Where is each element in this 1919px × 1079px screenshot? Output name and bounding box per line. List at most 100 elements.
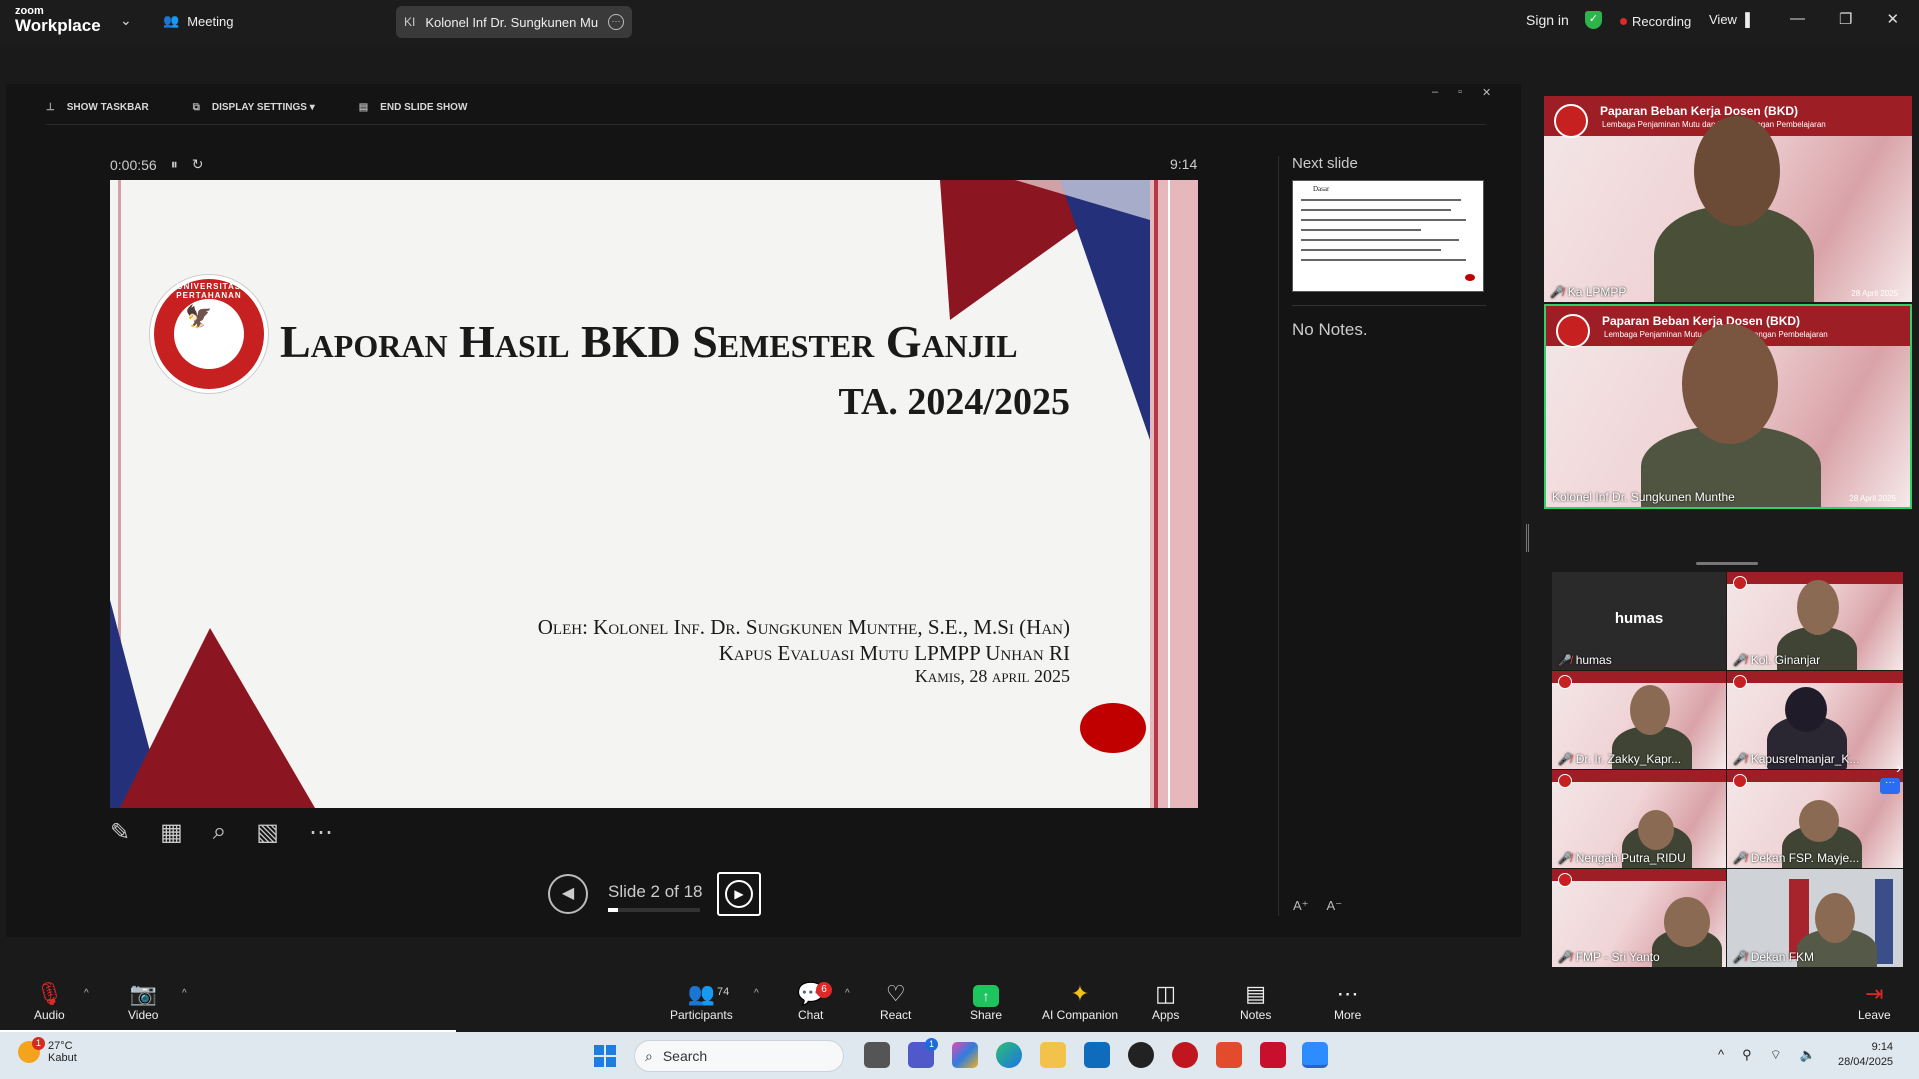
chevron-down-icon[interactable]: ⌄ [120, 12, 132, 29]
volume-icon[interactable]: 🔈 [1800, 1047, 1816, 1063]
react-button[interactable]: ♡ React [880, 980, 911, 1022]
chevron-up-icon[interactable]: ^ [1718, 1047, 1724, 1063]
tile-more-icon[interactable]: ··· [1880, 778, 1900, 794]
system-clock[interactable]: 9:14 28/04/2025 [1838, 1040, 1893, 1070]
more-options-icon[interactable]: ⋯ [309, 818, 333, 847]
unhan-logo [1556, 314, 1590, 348]
windows-start-icon[interactable] [594, 1045, 616, 1067]
show-taskbar-button[interactable]: ⊥ SHOW TASKBAR [46, 102, 149, 113]
pointer-options-icon[interactable]: ▧ [256, 818, 279, 847]
video-tile-speaker-1[interactable]: Paparan Beban Kerja Dosen (BKD) Lembaga … [1544, 96, 1912, 302]
meeting-menu[interactable]: 👥 Meeting [163, 13, 233, 29]
tab-initials: KI [404, 15, 416, 29]
chevron-up-icon: ^ [84, 988, 89, 999]
video-tile-grid[interactable]: 🎤̸ FMP - Sri Yanto [1552, 869, 1726, 967]
participant-face [1682, 324, 1778, 444]
video-tile-grid[interactable]: 🎤̸ Dr. Ir. Zakky_Kapr... [1552, 671, 1726, 769]
see-all-slides-icon[interactable]: ▦ [160, 818, 183, 847]
restore-icon[interactable]: ▫ [1458, 86, 1462, 99]
gallery-next-icon[interactable]: › [1896, 760, 1901, 778]
file-explorer-icon[interactable] [1040, 1042, 1066, 1068]
apps-button[interactable]: ◫ Apps [1152, 980, 1179, 1022]
participant-face [1630, 685, 1670, 735]
leave-button[interactable]: ⇥ Leave [1858, 980, 1891, 1022]
video-button[interactable]: 📷 Video [128, 980, 158, 1022]
apps-label: Apps [1152, 1008, 1180, 1022]
video-tile-grid[interactable]: 🎤̸ Nengah Putra_RIDU [1552, 770, 1726, 868]
video-tile-grid[interactable]: 🎤̸ Dekan FSP. Mayje... [1727, 770, 1903, 868]
end-slide-show-button[interactable]: ▤ END SLIDE SHOW [359, 102, 468, 113]
zoom-workplace-logo[interactable]: zoom Workplace [15, 6, 101, 35]
mic-muted-icon: 🎤̸ [1733, 654, 1747, 667]
taskbar-search[interactable]: ⌕ Search [634, 1040, 844, 1072]
show-taskbar-label: SHOW TASKBAR [66, 102, 149, 113]
zoom-icon[interactable]: ⌕ [213, 818, 226, 847]
participant-face [1694, 116, 1780, 226]
more-icon[interactable]: ··· [608, 14, 624, 30]
teams-icon[interactable]: 1 [908, 1038, 938, 1068]
speaker-notes: No Notes. [1292, 320, 1368, 339]
outlook-icon[interactable] [1084, 1042, 1110, 1068]
participant-face [1664, 897, 1710, 947]
minimize-icon[interactable]: – [1432, 86, 1438, 99]
next-slide-thumbnail[interactable]: Dasar [1292, 180, 1484, 292]
view-button[interactable]: View ▐ [1709, 12, 1750, 27]
recording-indicator[interactable]: Recording [1620, 14, 1691, 29]
wps-icon[interactable] [1216, 1042, 1242, 1068]
current-slide[interactable]: UNIVERSITAS PERTAHANAN 🦅 Laporan Hasil B… [110, 180, 1198, 808]
display-settings-button[interactable]: ⧉ DISPLAY SETTINGS ▾ [193, 102, 315, 113]
react-label: React [880, 1008, 912, 1022]
pause-icon[interactable]: ⏸ [171, 156, 178, 173]
banner-title: Paparan Beban Kerja Dosen (BKD) [1602, 314, 1801, 328]
minimize-icon[interactable]: — [1790, 10, 1805, 28]
video-tile-grid[interactable]: 🎤̸ Kol. Ginanjar [1727, 572, 1903, 670]
task-view-icon[interactable] [864, 1042, 890, 1068]
gallery-handle[interactable] [1696, 562, 1758, 565]
video-tile-speaker-2-active[interactable]: Paparan Beban Kerja Dosen (BKD) Lembaga … [1544, 304, 1912, 509]
presenter-clock: 9:14 [1170, 156, 1198, 172]
chevron-up-icon: ^ [182, 988, 187, 999]
ai-companion-button[interactable]: ✦ AI Companion [1042, 980, 1118, 1022]
wifi-icon[interactable]: ⌔ [1770, 1047, 1782, 1063]
search-placeholder: Search [662, 1048, 708, 1064]
meeting-tab[interactable]: KI Kolonel Inf Dr. Sungkunen Muntl ··· [396, 6, 632, 38]
pen-icon[interactable]: ✎ [110, 818, 130, 847]
notes-button[interactable]: ▤ Notes [1240, 980, 1271, 1022]
unhan-logo [1733, 576, 1747, 590]
shield-check-icon[interactable]: ✓ [1585, 11, 1602, 29]
weather-widget[interactable]: 1 27°C Kabut [18, 1037, 77, 1064]
next-slide-button[interactable]: ▶ [717, 872, 761, 916]
sign-in-button[interactable]: Sign in [1526, 12, 1569, 28]
dell-icon[interactable] [1128, 1042, 1154, 1068]
right-white-line [1168, 180, 1170, 808]
close-icon[interactable]: ✕ [1482, 86, 1491, 99]
video-tile-grid[interactable]: 🎤̸ Dekan FKM [1727, 869, 1903, 967]
video-tile-grid[interactable]: 🎤̸ Kapusrelmanjar_K... [1727, 671, 1903, 769]
zoom-taskbar-icon[interactable] [1302, 1042, 1328, 1068]
share-screen-icon: ↑ [973, 985, 1000, 1007]
edge-icon[interactable] [996, 1042, 1022, 1068]
background-banner [1727, 770, 1903, 782]
more-button[interactable]: ⋯ More [1334, 980, 1361, 1022]
panel-resize-handle[interactable] [1526, 524, 1529, 552]
app-red-icon[interactable] [1172, 1042, 1198, 1068]
chevron-up-icon: ^ [845, 988, 850, 999]
restore-icon[interactable]: ❐ [1839, 10, 1852, 28]
close-icon[interactable]: ✕ [1886, 10, 1899, 28]
audio-button[interactable]: 🎙 Audio [34, 980, 65, 1022]
reset-timer-icon[interactable]: ↻ [192, 156, 204, 173]
previous-slide-button[interactable]: ◀ [548, 874, 588, 914]
share-button[interactable]: ↑ Share [970, 980, 1002, 1022]
video-tile-humas[interactable]: humas 🎤̸ humas [1552, 572, 1726, 670]
copilot-icon[interactable] [952, 1042, 978, 1068]
decrease-font-icon[interactable]: A⁻ [1327, 898, 1343, 914]
participant-name-label: Dekan FKM [1750, 950, 1815, 964]
mic-muted-icon: 🎤̸ [1733, 753, 1747, 766]
network-icon[interactable]: ⚲ [1742, 1047, 1752, 1063]
mcafee-icon[interactable] [1260, 1042, 1286, 1068]
unhan-logo [1733, 774, 1747, 788]
increase-font-icon[interactable]: A⁺ [1293, 898, 1309, 914]
weather-temp: 27°C [48, 1040, 73, 1052]
thumb-line [1301, 239, 1459, 241]
more-icon: ⋯ [1336, 981, 1359, 1006]
